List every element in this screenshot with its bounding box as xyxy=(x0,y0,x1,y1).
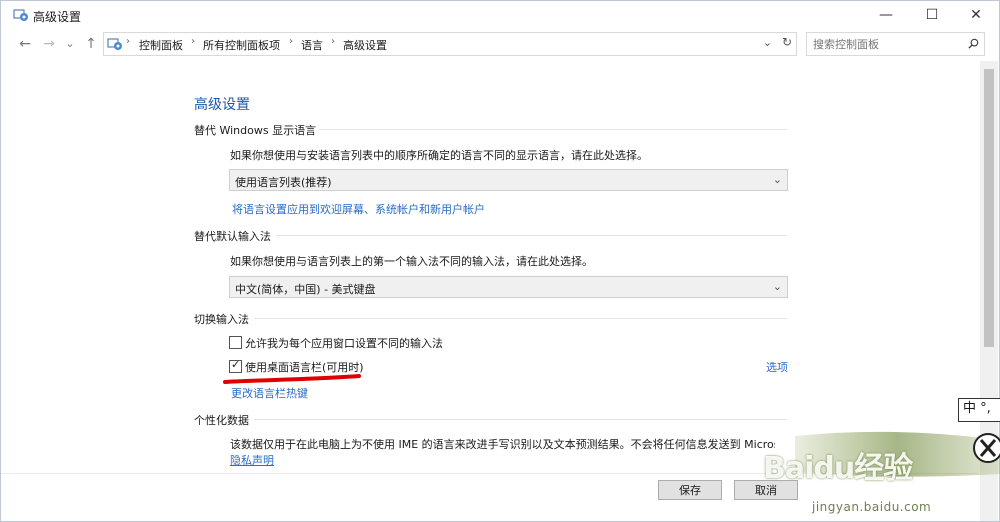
display-language-selected-value: 使用语言列表(推荐) xyxy=(235,176,332,189)
breadcrumb-item-control-panel[interactable]: 控制面板 xyxy=(139,37,183,53)
display-language-select[interactable]: 使用语言列表(推荐) ⌄ xyxy=(229,169,788,191)
address-dropdown-icon[interactable]: ⌄ xyxy=(763,36,772,49)
page-title: 高级设置 xyxy=(194,97,250,113)
privacy-statement-link[interactable]: 隐私声明 xyxy=(230,452,274,468)
section-divider xyxy=(254,419,787,420)
section-divider xyxy=(254,318,787,319)
apply-to-welcome-screen-link[interactable]: 将语言设置应用到欢迎屏幕、系统帐户和新用户帐户 xyxy=(232,201,485,217)
breadcrumb-item-language[interactable]: 语言 xyxy=(301,37,323,53)
ime-language-indicator[interactable]: 中 °, xyxy=(958,398,1000,422)
control-panel-icon xyxy=(13,9,28,21)
per-app-input-checkbox[interactable] xyxy=(229,336,242,349)
desktop-language-bar-checkbox[interactable]: ✓ xyxy=(229,358,242,373)
default-input-selected-value: 中文(简体，中国) - 美式键盘 xyxy=(235,283,376,296)
desktop-language-bar-label[interactable]: 使用桌面语言栏(可用时) xyxy=(245,359,364,375)
maximize-button[interactable]: ☐ xyxy=(909,1,955,29)
scrollbar-thumb[interactable] xyxy=(984,69,994,347)
breadcrumb-item-all-items[interactable]: 所有控制面板项 xyxy=(203,37,280,53)
minimize-button[interactable]: — xyxy=(863,1,909,29)
search-icon[interactable] xyxy=(968,38,979,49)
refresh-icon[interactable]: ↻ xyxy=(782,35,792,49)
close-button[interactable]: ✕ xyxy=(953,1,999,29)
search-input[interactable] xyxy=(811,35,965,53)
chevron-down-icon: ⌄ xyxy=(772,173,782,186)
change-language-bar-hotkeys-link[interactable]: 更改语言栏热键 xyxy=(231,385,308,401)
search-box[interactable] xyxy=(806,32,985,56)
address-bar[interactable]: › 控制面板 › 所有控制面板项 › 语言 › 高级设置 ⌄ ↻ xyxy=(103,32,797,56)
breadcrumb-separator-icon[interactable]: › xyxy=(289,36,293,47)
section-divider xyxy=(319,129,787,130)
baidu-watermark-site: jingyan.baidu.com xyxy=(812,500,932,514)
checkmark-icon: ✓ xyxy=(231,358,241,371)
title-bar[interactable]: 高级设置 — ☐ ✕ xyxy=(1,1,999,29)
breadcrumb-separator-icon[interactable]: › xyxy=(331,36,335,47)
save-button[interactable]: 保存 xyxy=(658,480,722,500)
section-divider xyxy=(276,235,787,236)
control-panel-small-icon xyxy=(107,38,122,50)
breadcrumb-separator-icon[interactable]: › xyxy=(126,36,130,47)
default-input-description: 如果你想使用与语言列表上的第一个输入法不同的输入法，请在此处选择。 xyxy=(230,255,593,268)
chevron-down-icon: ⌄ xyxy=(772,280,782,293)
section-title-switch-input: 切换输入法 xyxy=(194,313,249,326)
options-link[interactable]: 选项 xyxy=(766,359,788,375)
recent-locations-icon[interactable]: ⌄ xyxy=(62,37,78,50)
section-title-default-input: 替代默认输入法 xyxy=(194,230,271,243)
section-title-personalization: 个性化数据 xyxy=(194,414,249,427)
display-language-description: 如果你想使用与安装语言列表中的顺序所确定的语言不同的显示语言，请在此处选择。 xyxy=(230,149,648,162)
forward-arrow-icon[interactable]: → xyxy=(41,36,57,52)
personalization-description: 该数据仅用于在此电脑上为不使用 IME 的语言来改进手写识别以及文本预测结果。不… xyxy=(230,438,775,451)
per-app-input-label[interactable]: 允许我为每个应用窗口设置不同的输入法 xyxy=(245,335,443,351)
section-title-display-language: 替代 Windows 显示语言 xyxy=(194,124,317,137)
breadcrumb-item-advanced[interactable]: 高级设置 xyxy=(343,37,387,53)
back-arrow-icon[interactable]: ← xyxy=(17,36,33,52)
up-arrow-icon[interactable]: ↑ xyxy=(83,36,99,52)
window-title: 高级设置 xyxy=(33,10,82,24)
default-input-select[interactable]: 中文(简体，中国) - 美式键盘 ⌄ xyxy=(229,276,788,298)
baidu-watermark-brand: Baidu经验 xyxy=(763,451,913,486)
breadcrumb-separator-icon[interactable]: › xyxy=(191,36,195,47)
